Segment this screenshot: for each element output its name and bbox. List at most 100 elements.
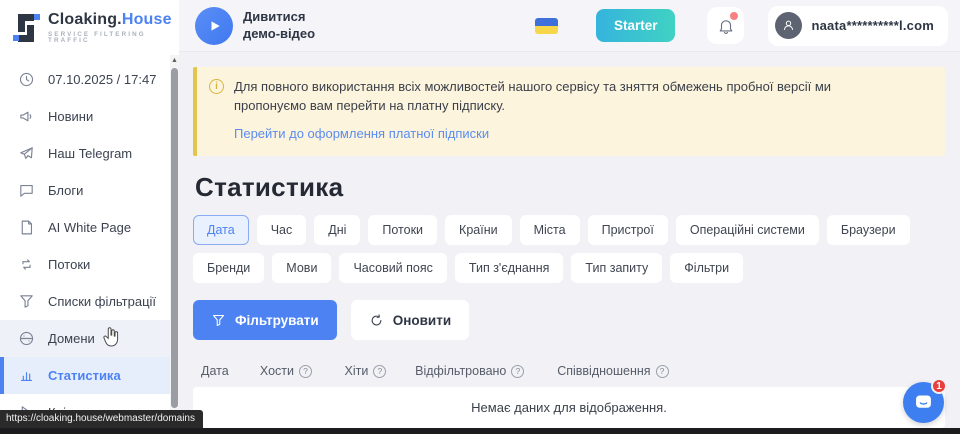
tab-cities[interactable]: Міста <box>520 215 580 245</box>
tab-timezone[interactable]: Часовий пояс <box>339 253 446 283</box>
sidebar-item-label: Списки фільтрації <box>48 294 156 309</box>
play-demo-button[interactable] <box>195 7 233 45</box>
sidebar-nav: 07.10.2025 / 17:47 Новини Наш Telegram Б… <box>0 55 170 431</box>
user-icon <box>781 18 796 33</box>
column-header-hits: Хіти ? <box>345 364 416 378</box>
play-icon <box>208 19 222 33</box>
tab-devices[interactable]: Пристрої <box>588 215 668 245</box>
tab-time[interactable]: Час <box>257 215 307 245</box>
column-header-ratio: Співвідношення ? <box>557 364 937 378</box>
sidebar-item-statistics[interactable]: Статистика <box>0 357 170 394</box>
page-icon <box>18 219 35 236</box>
trial-warning-banner: i Для повного використання всіх можливос… <box>193 67 945 156</box>
sidebar-item-label: Наш Telegram <box>48 146 132 161</box>
sidebar-datetime-label: 07.10.2025 / 17:47 <box>48 72 156 87</box>
avatar <box>775 12 802 39</box>
sidebar-item-label: Потоки <box>48 257 90 272</box>
logo-subtitle: SERVICE FILTERING TRAFFIC <box>48 32 172 45</box>
globe-icon <box>18 330 35 347</box>
help-icon[interactable]: ? <box>373 365 386 378</box>
chat-icon <box>913 392 934 413</box>
tab-date[interactable]: Дата <box>193 215 249 245</box>
column-label: Хіти <box>345 364 369 378</box>
column-label: Відфільтровано <box>415 364 506 378</box>
info-icon: i <box>209 79 224 94</box>
scroll-up-arrow[interactable]: ▲ <box>170 55 179 66</box>
user-account-menu[interactable]: naata**********l.com <box>768 6 948 46</box>
help-icon[interactable]: ? <box>299 365 312 378</box>
page-title: Статистика <box>195 172 945 203</box>
plan-starter-button[interactable]: Starter <box>596 9 676 42</box>
refresh-button[interactable]: Оновити <box>351 300 469 340</box>
language-flag-ukraine[interactable] <box>535 18 558 34</box>
bottom-edge-bar <box>0 428 960 434</box>
funnel-icon <box>18 293 35 310</box>
help-icon[interactable]: ? <box>511 365 524 378</box>
clock-icon <box>18 71 35 88</box>
refresh-icon <box>369 313 384 328</box>
tab-connection-type[interactable]: Тип з'єднання <box>455 253 564 283</box>
sidebar-item-label: Домени <box>48 331 95 346</box>
refresh-button-label: Оновити <box>393 313 451 328</box>
tab-operating-systems[interactable]: Операційні системи <box>676 215 819 245</box>
logo-title-accent: House <box>122 11 172 28</box>
tab-brands[interactable]: Бренди <box>193 253 264 283</box>
chat-widget-button[interactable]: 1 <box>903 382 944 423</box>
stats-tabs: Дата Час Дні Потоки Країни Міста Пристро… <box>193 215 933 283</box>
tab-days[interactable]: Дні <box>314 215 360 245</box>
sidebar-item-filter-lists[interactable]: Списки фільтрації <box>0 283 170 320</box>
logo-icon <box>14 13 40 43</box>
chat-bubble-icon <box>18 182 35 199</box>
sidebar-item-label: Блоги <box>48 183 83 198</box>
table-empty-state: Немає даних для відображення. <box>193 387 945 428</box>
tab-countries[interactable]: Країни <box>445 215 512 245</box>
column-header-hosts: Хости ? <box>260 364 345 378</box>
tab-browsers[interactable]: Браузери <box>827 215 910 245</box>
logo-title-dark: Cloaking. <box>48 11 122 28</box>
tab-languages[interactable]: Мови <box>272 253 331 283</box>
cycle-icon <box>18 256 35 273</box>
scrollbar-thumb[interactable] <box>171 68 178 408</box>
column-header-date: Дата <box>201 364 260 378</box>
sidebar-item-telegram[interactable]: Наш Telegram <box>0 135 170 172</box>
sidebar-item-streams[interactable]: Потоки <box>0 246 170 283</box>
logo-text: Cloaking.House SERVICE FILTERING TRAFFIC <box>48 12 172 45</box>
sidebar-datetime: 07.10.2025 / 17:47 <box>0 61 170 98</box>
column-label: Хости <box>260 364 294 378</box>
notifications-button[interactable] <box>707 7 744 44</box>
funnel-icon <box>211 313 226 328</box>
sidebar-item-news[interactable]: Новини <box>0 98 170 135</box>
page-content: i Для повного використання всіх можливос… <box>179 52 960 428</box>
banner-text: Для повного використання всіх можливосте… <box>234 78 894 116</box>
app-window: Cloaking.House SERVICE FILTERING TRAFFIC… <box>0 0 960 428</box>
sidebar-scrollbar[interactable]: ▲ ▼ <box>170 0 179 428</box>
tab-streams[interactable]: Потоки <box>368 215 437 245</box>
filter-button-label: Фільтрувати <box>235 313 319 328</box>
subscription-link[interactable]: Перейти до оформлення платної підписки <box>234 126 489 141</box>
actions-row: Фільтрувати Оновити <box>193 300 945 340</box>
megaphone-icon <box>18 108 35 125</box>
notification-dot <box>730 12 738 20</box>
sidebar-item-label: AI White Page <box>48 220 131 235</box>
tab-filters[interactable]: Фільтри <box>670 253 743 283</box>
tab-request-type[interactable]: Тип запиту <box>571 253 662 283</box>
filter-button[interactable]: Фільтрувати <box>193 300 337 340</box>
table-header-row: Дата Хости ? Хіти ? Відфільтровано ? <box>193 354 945 387</box>
sidebar: Cloaking.House SERVICE FILTERING TRAFFIC… <box>0 0 170 428</box>
column-label: Дата <box>201 364 229 378</box>
bar-chart-icon <box>18 367 35 384</box>
sidebar-item-blogs[interactable]: Блоги <box>0 172 170 209</box>
stats-table: Дата Хости ? Хіти ? Відфільтровано ? <box>193 354 945 428</box>
user-email: naata**********l.com <box>811 18 934 33</box>
telegram-icon <box>18 145 35 162</box>
logo[interactable]: Cloaking.House SERVICE FILTERING TRAFFIC <box>0 0 170 55</box>
sidebar-item-label: Новини <box>48 109 93 124</box>
column-label: Співвідношення <box>557 364 650 378</box>
status-bar-url: https://cloaking.house/webmaster/domains <box>0 410 203 428</box>
main-area: Дивитися демо-відео Starter naata*******… <box>179 0 960 428</box>
top-header: Дивитися демо-відео Starter naata*******… <box>179 0 960 52</box>
demo-video-label[interactable]: Дивитися демо-відео <box>243 9 333 43</box>
help-icon[interactable]: ? <box>656 365 669 378</box>
sidebar-item-domains[interactable]: Домени <box>0 320 170 357</box>
sidebar-item-ai-white-page[interactable]: AI White Page <box>0 209 170 246</box>
